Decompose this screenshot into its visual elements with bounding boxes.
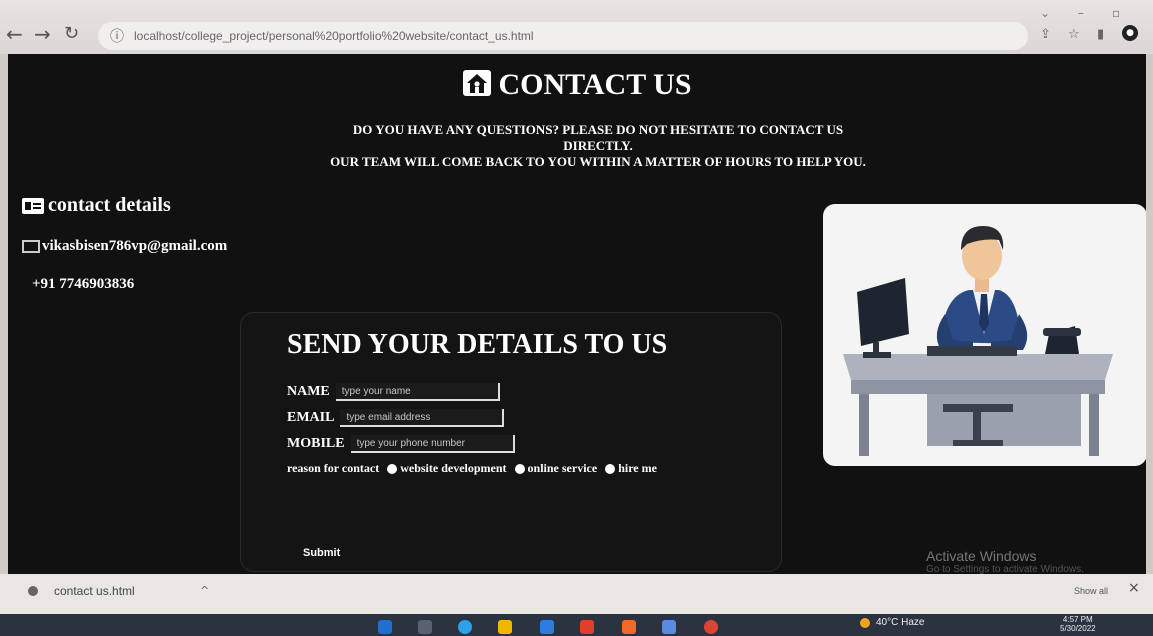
share-icon[interactable]: ⇪ (1040, 27, 1051, 42)
subtitle-line-1: DO YOU HAVE ANY QUESTIONS? PLEASE DO NOT… (352, 122, 844, 153)
address-bar[interactable]: ⓘ localhost/college_project/personal%20p… (98, 22, 1028, 50)
url-text[interactable]: localhost/college_project/personal%20por… (134, 29, 534, 43)
contact-form: SEND YOUR DETAILS TO US NAME EMAIL MOBIL… (240, 312, 782, 572)
page-content: CONTACT US DO YOU HAVE ANY QUESTIONS? PL… (8, 54, 1146, 574)
reload-icon[interactable]: ↻ (64, 23, 79, 44)
radio-website-development[interactable]: website development (387, 461, 507, 476)
home-icon (463, 70, 492, 96)
browser-toolbar: ← → ↻ ⓘ localhost/college_project/person… (0, 0, 1153, 54)
side-panel-icon[interactable]: ▮ (1097, 27, 1104, 42)
email-text: vikasbisen786vp@gmail.com (42, 238, 228, 254)
info-icon[interactable]: ⓘ (110, 26, 124, 46)
download-item[interactable]: contact us.html (28, 584, 135, 598)
illustration-graphic (843, 226, 1113, 456)
chrome-file-icon (28, 586, 38, 596)
name-label: NAME (287, 384, 330, 399)
page-title: CONTACT US (8, 68, 1146, 102)
back-icon[interactable]: ← (6, 22, 23, 46)
radio-label[interactable]: online service (528, 461, 598, 476)
office-icon[interactable] (580, 620, 594, 634)
submit-button[interactable]: Submit (303, 547, 340, 559)
email-input[interactable] (340, 409, 505, 427)
store-icon[interactable] (540, 620, 554, 634)
close-icon[interactable]: × (1128, 580, 1140, 596)
minimize-icon[interactable]: – (1078, 6, 1084, 20)
email-label: EMAIL (287, 410, 335, 425)
reason-label: reason for contact (287, 461, 380, 475)
weather-widget[interactable]: 40°C Haze (860, 617, 924, 628)
chevron-up-icon[interactable]: ^ (200, 584, 209, 597)
watermark-title: Activate Windows (926, 548, 1037, 564)
email-row: EMAIL (287, 409, 505, 427)
mobile-input[interactable] (350, 435, 515, 453)
watermark-subtitle: Go to Settings to activate Windows. (926, 564, 1084, 574)
name-input[interactable] (335, 383, 500, 401)
contact-email: vikasbisen786vp@gmail.com (22, 238, 227, 255)
clock-time[interactable]: 4:57 PM (1060, 615, 1096, 624)
mail-icon (22, 240, 40, 253)
forward-icon[interactable]: → (34, 22, 51, 46)
contact-card-icon (22, 197, 44, 214)
radio-dot[interactable] (387, 463, 398, 474)
bookmark-star-icon[interactable]: ☆ (1068, 27, 1080, 42)
file-explorer-icon[interactable] (498, 620, 512, 634)
name-row: NAME (287, 383, 500, 401)
radio-online-service[interactable]: online service (514, 461, 598, 476)
app-icon-2[interactable] (662, 620, 676, 634)
weather-icon (860, 617, 870, 628)
weather-text[interactable]: 40°C Haze (876, 617, 924, 628)
subtitle-line-2: OUR TEAM WILL COME BACK TO YOU WITHIN A … (330, 154, 866, 169)
contact-phone: +91 7746903836 (32, 276, 135, 292)
maximize-icon[interactable]: ▫ (1112, 6, 1120, 20)
page-title-text: CONTACT US (498, 68, 692, 101)
chrome-icon[interactable] (704, 620, 718, 634)
show-all-button[interactable]: Show all (1074, 586, 1108, 596)
profile-avatar[interactable]: ● (1122, 25, 1138, 41)
start-icon[interactable] (378, 620, 392, 634)
contact-details-text: contact details (48, 194, 171, 216)
activate-windows-watermark: Activate Windows Go to Settings to activ… (926, 548, 1084, 574)
form-title: SEND YOUR DETAILS TO US (287, 329, 668, 360)
mobile-label: MOBILE (287, 436, 345, 451)
radio-label[interactable]: website development (400, 461, 506, 476)
contact-details-heading: contact details (22, 194, 171, 217)
radio-dot[interactable] (605, 463, 616, 474)
app-icon[interactable] (622, 620, 636, 634)
radio-hire-me[interactable]: hire me (605, 461, 657, 476)
download-filename[interactable]: contact us.html (54, 584, 135, 598)
radio-label[interactable]: hire me (618, 461, 657, 476)
windows-taskbar: 40°C Haze 4:57 PM 5/30/2022 (0, 614, 1153, 636)
chevron-down-icon[interactable]: ⌄ (1040, 6, 1050, 20)
office-worker-illustration (823, 204, 1146, 466)
page-subtitle: DO YOU HAVE ANY QUESTIONS? PLEASE DO NOT… (318, 122, 878, 170)
reason-row: reason for contact website development o… (287, 461, 657, 476)
clock-date[interactable]: 5/30/2022 (1060, 624, 1096, 633)
mobile-row: MOBILE (287, 435, 515, 453)
radio-dot[interactable] (514, 463, 525, 474)
download-bar: contact us.html ^ Show all × (0, 574, 1153, 614)
task-view-icon[interactable] (418, 620, 432, 634)
edge-icon[interactable] (458, 620, 472, 634)
system-clock[interactable]: 4:57 PM 5/30/2022 (1060, 615, 1096, 633)
